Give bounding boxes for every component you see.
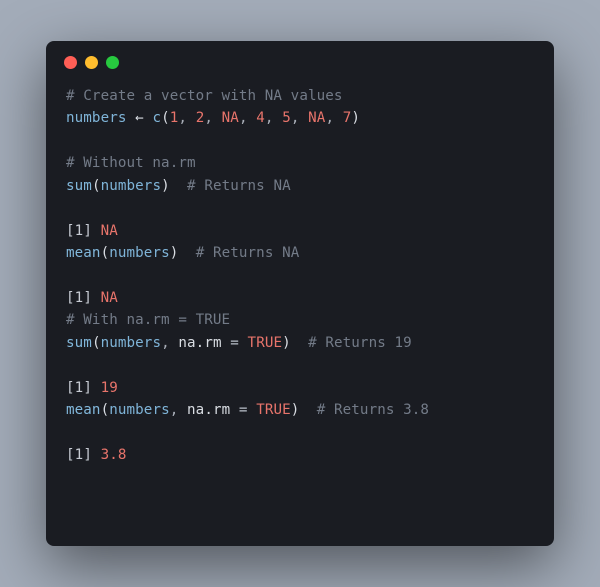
code-arg-name: na.rm xyxy=(178,335,221,351)
output-bracket: [ xyxy=(66,223,75,239)
code-arg-name: na.rm xyxy=(187,402,230,418)
code-na: NA xyxy=(308,110,325,126)
output-bracket: [ xyxy=(66,290,75,306)
code-identifier: numbers xyxy=(66,110,127,126)
pad xyxy=(291,335,308,351)
comma: , xyxy=(291,110,308,126)
output-index: 1 xyxy=(75,290,84,306)
code-comment: # Returns 19 xyxy=(308,335,412,351)
pad xyxy=(299,402,316,418)
window-titlebar xyxy=(46,41,554,83)
code-identifier: numbers xyxy=(109,245,170,261)
output-value: 19 xyxy=(101,380,118,396)
output-bracket: ] xyxy=(83,290,100,306)
code-na: NA xyxy=(222,110,239,126)
code-window: # Create a vector with NA values numbers… xyxy=(46,41,554,546)
code-true: TRUE xyxy=(248,335,283,351)
output-value: NA xyxy=(101,290,118,306)
output-bracket: ] xyxy=(83,380,100,396)
code-function: c xyxy=(152,110,161,126)
code-comment: # Returns NA xyxy=(196,245,300,261)
output-index: 1 xyxy=(75,223,84,239)
equals: = xyxy=(230,402,256,418)
pad xyxy=(170,178,187,194)
code-function: mean xyxy=(66,245,101,261)
equals: = xyxy=(222,335,248,351)
output-index: 1 xyxy=(75,380,84,396)
assign-op: ← xyxy=(127,110,153,126)
paren-close: ) xyxy=(161,178,170,194)
code-comment: # Without na.rm xyxy=(66,155,196,171)
comma: , xyxy=(239,110,256,126)
code-identifier: numbers xyxy=(101,178,162,194)
code-comment: # With na.rm = TRUE xyxy=(66,312,230,328)
paren-open: ( xyxy=(92,178,101,194)
paren-close: ) xyxy=(282,335,291,351)
output-value: NA xyxy=(101,223,118,239)
pad xyxy=(178,245,195,261)
zoom-icon[interactable] xyxy=(106,56,119,69)
comma: , xyxy=(265,110,282,126)
code-block: # Create a vector with NA values numbers… xyxy=(46,83,554,482)
code-function: mean xyxy=(66,402,101,418)
paren-open: ( xyxy=(161,110,170,126)
output-bracket: ] xyxy=(83,447,100,463)
output-bracket: [ xyxy=(66,447,75,463)
code-comment: # Returns 3.8 xyxy=(317,402,429,418)
paren-open: ( xyxy=(101,402,110,418)
comma: , xyxy=(170,402,187,418)
code-comment: # Create a vector with NA values xyxy=(66,88,343,104)
code-function: sum xyxy=(66,335,92,351)
paren-open: ( xyxy=(101,245,110,261)
code-function: sum xyxy=(66,178,92,194)
minimize-icon[interactable] xyxy=(85,56,98,69)
code-number: 5 xyxy=(282,110,291,126)
paren-open: ( xyxy=(92,335,101,351)
output-value: 3.8 xyxy=(101,447,127,463)
close-icon[interactable] xyxy=(64,56,77,69)
output-bracket: [ xyxy=(66,380,75,396)
code-identifier: numbers xyxy=(109,402,170,418)
comma: , xyxy=(178,110,195,126)
code-true: TRUE xyxy=(256,402,291,418)
code-comment: # Returns NA xyxy=(187,178,291,194)
paren-close: ) xyxy=(351,110,360,126)
code-number: 4 xyxy=(256,110,265,126)
comma: , xyxy=(161,335,178,351)
code-identifier: numbers xyxy=(101,335,162,351)
output-index: 1 xyxy=(75,447,84,463)
comma: , xyxy=(325,110,342,126)
comma: , xyxy=(204,110,221,126)
output-bracket: ] xyxy=(83,223,100,239)
